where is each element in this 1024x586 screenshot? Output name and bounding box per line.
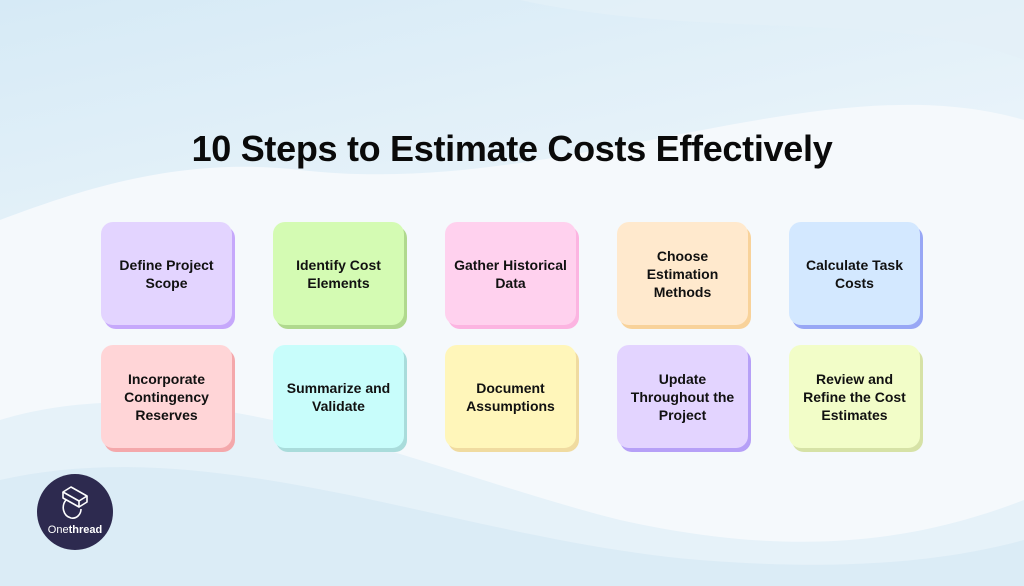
logo-wordmark: Onethread [47,524,103,536]
step-card: Calculate Task Costs [789,222,920,325]
step-label: Calculate Task Costs [805,256,903,291]
step-label: Gather Historical Data [454,256,567,291]
step-label: Incorporate Contingency Reserves [124,370,209,423]
step-card: Identify Cost Elements [273,222,404,325]
step-label: Choose Estimation Methods [646,247,719,300]
page-title: 10 Steps to Estimate Costs Effectively [191,128,833,169]
step-card: Document Assumptions [445,345,576,448]
step-label: Update Throughout the Project [630,370,735,423]
step-label: Review and Refine the Cost Estimates [803,370,906,423]
onethread-logo-icon [62,486,88,519]
step-card: Review and Refine the Cost Estimates [789,345,920,448]
step-label: Document Assumptions [466,379,555,414]
step-card: Define Project Scope [101,222,232,325]
onethread-logo: Onethread [37,474,113,550]
step-card: Gather Historical Data [445,222,576,325]
step-card: Incorporate Contingency Reserves [101,345,232,448]
step-card: Update Throughout the Project [617,345,748,448]
step-card: Summarize and Validate [273,345,404,448]
step-label: Define Project Scope [119,256,214,291]
step-label: Summarize and Validate [286,379,391,414]
step-label: Identify Cost Elements [296,256,381,291]
step-card: Choose Estimation Methods [617,222,748,325]
